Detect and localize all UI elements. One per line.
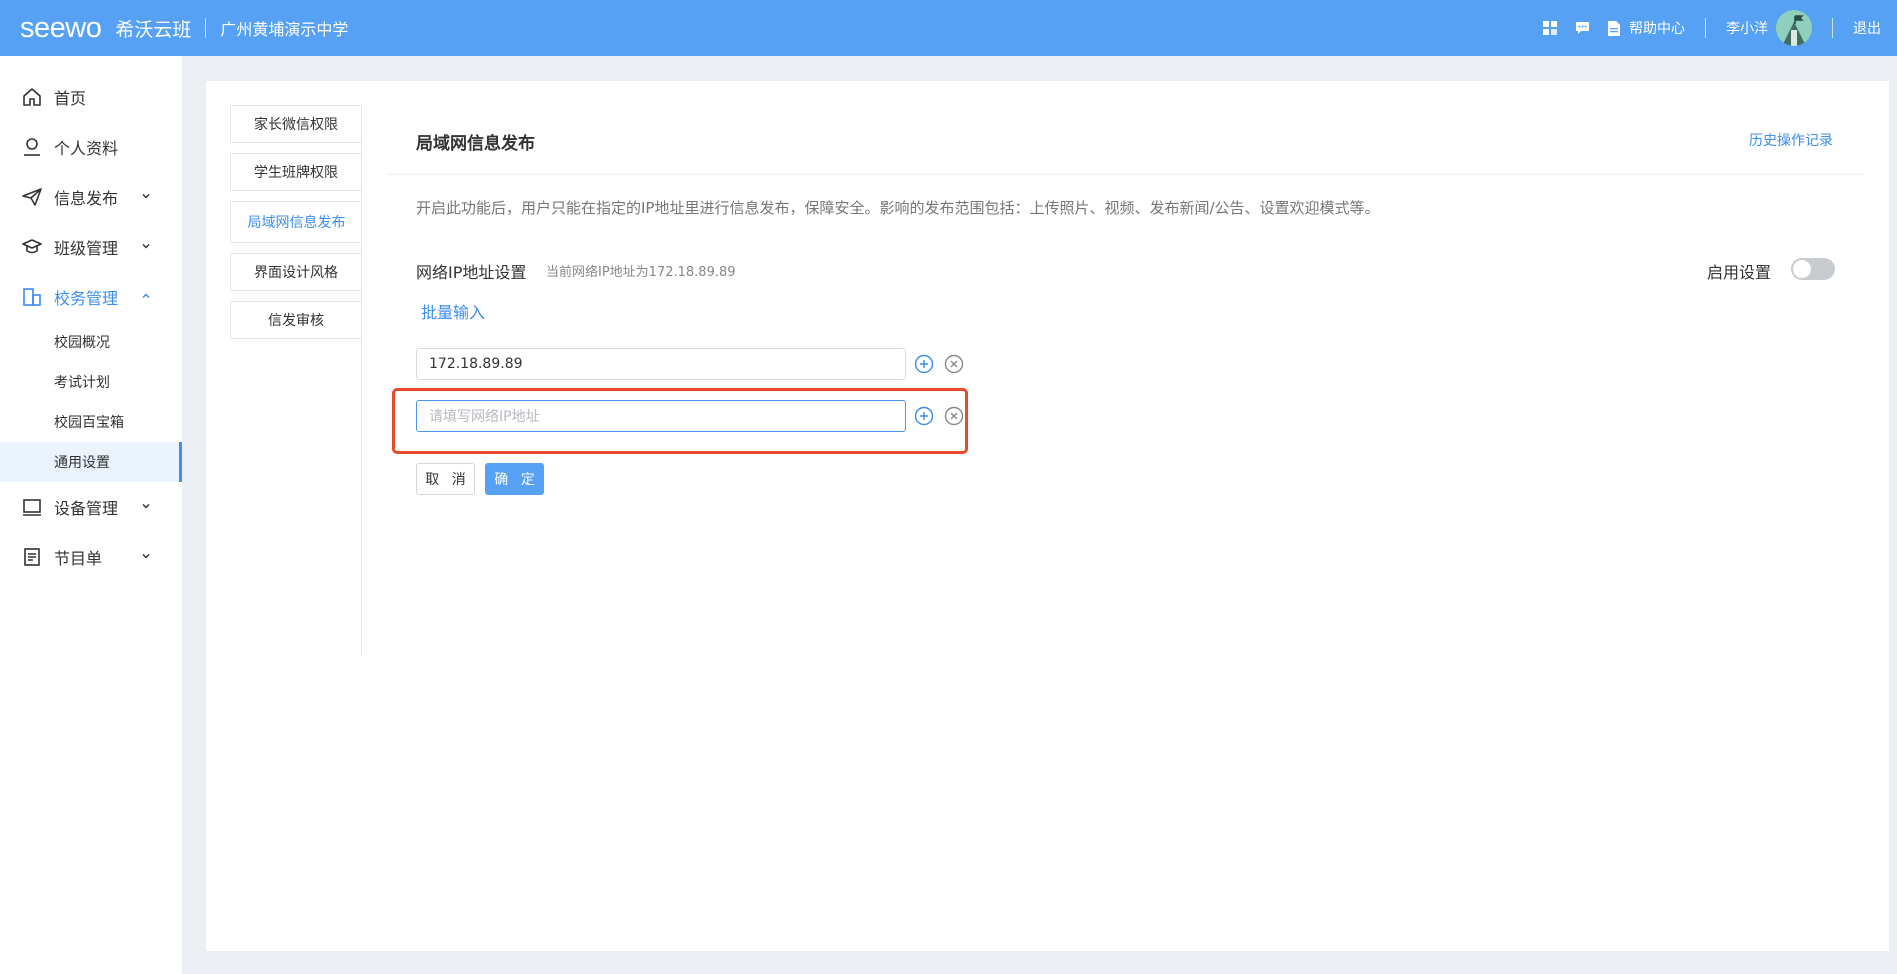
tab-lan-publish[interactable]: 局域网信息发布 (230, 201, 362, 243)
home-icon (22, 87, 42, 107)
new-ip-input[interactable]: 请填写网络IP地址 (416, 400, 906, 432)
send-icon (22, 187, 42, 207)
current-ip-text: 当前网络IP地址为172.18.89.89 (546, 265, 736, 280)
feature-description: 开启此功能后，用户只能在指定的IP地址里进行信息发布，保障安全。影响的发布范围包… (416, 199, 1380, 217)
history-link[interactable]: 历史操作记录 (1749, 130, 1833, 150)
sidebar-item-label: 信息发布 (54, 189, 119, 208)
chevron-down-icon (142, 193, 150, 199)
batch-input-link[interactable]: 批量输入 (421, 299, 485, 323)
graduation-cap-icon (22, 237, 42, 257)
sidebar-subitem-campus-overview[interactable]: 校园概况 (0, 322, 182, 362)
sidebar-item-label: 个人资料 (54, 139, 119, 158)
sidebar-item-device-management[interactable]: 设备管理 (0, 482, 182, 532)
header-divider (1705, 18, 1706, 38)
sidebar-subitem-exam-plan[interactable]: 考试计划 (0, 362, 182, 402)
settings-tabs: 家长微信权限 学生班牌权限 局域网信息发布 界面设计风格 信发审核 (230, 105, 362, 349)
product-name: 希沃云班 (115, 18, 192, 41)
sidebar-item-home[interactable]: 首页 (0, 72, 182, 122)
ip-input[interactable]: 172.18.89.89 (416, 348, 906, 380)
sidebar-item-label: 校务管理 (54, 289, 119, 308)
sidebar-item-label: 首页 (54, 89, 87, 108)
user-name[interactable]: 李小洋 (1726, 18, 1768, 38)
chevron-down-icon (142, 553, 150, 559)
tabs-divider (361, 105, 362, 657)
sidebar-item-class-management[interactable]: 班级管理 (0, 222, 182, 272)
sidebar-item-profile[interactable]: 个人资料 (0, 122, 182, 172)
top-bar-actions: 帮助中心 李小洋 退出 (1541, 0, 1897, 56)
sidebar-item-info-publish[interactable]: 信息发布 (0, 172, 182, 222)
toggle-knob (1793, 260, 1811, 278)
sidebar-item-label: 节目单 (54, 549, 103, 568)
list-icon (22, 547, 42, 567)
tab-student-board[interactable]: 学生班牌权限 (230, 153, 362, 191)
apps-grid-icon[interactable] (1541, 19, 1559, 37)
help-center-link[interactable]: 帮助中心 (1605, 18, 1685, 38)
confirm-button[interactable]: 确 定 (485, 463, 544, 495)
add-circle-icon[interactable] (914, 354, 934, 374)
school-name[interactable]: 广州黄埔演示中学 (220, 16, 348, 40)
sidebar-item-school-affairs[interactable]: 校务管理 (0, 272, 182, 322)
chevron-down-icon (142, 503, 150, 509)
cancel-button[interactable]: 取 消 (416, 463, 475, 495)
sidebar-item-program-list[interactable]: 节目单 (0, 532, 182, 582)
avatar[interactable] (1776, 10, 1812, 46)
enable-toggle[interactable] (1791, 258, 1835, 280)
add-circle-icon[interactable] (914, 406, 934, 426)
page-title: 局域网信息发布 (416, 134, 535, 154)
help-center-label: 帮助中心 (1629, 21, 1685, 37)
chevron-up-icon (142, 293, 150, 299)
message-icon[interactable] (1573, 19, 1591, 37)
tab-ui-style[interactable]: 界面设计风格 (230, 253, 362, 291)
sidebar-item-label: 设备管理 (54, 499, 119, 518)
sidebar: 首页 个人资料 信息发布 班级管理 校务管理 校园概况 考试计划 校园百宝箱 通… (0, 56, 182, 974)
title-divider (386, 174, 1864, 175)
tab-publish-review[interactable]: 信发审核 (230, 301, 362, 339)
chevron-down-icon (142, 243, 150, 249)
header-divider (1832, 18, 1833, 38)
top-bar: seewo 希沃云班 广州黄埔演示中学 帮助中心 李小洋 退出 (0, 0, 1897, 56)
sidebar-subitem-campus-toolbox[interactable]: 校园百宝箱 (0, 402, 182, 442)
person-icon (22, 137, 42, 157)
header-divider (205, 18, 207, 38)
tab-parent-wechat[interactable]: 家长微信权限 (230, 105, 362, 143)
school-icon (22, 287, 42, 307)
remove-circle-icon[interactable] (944, 406, 964, 426)
ip-setting-label: 网络IP地址设置 (416, 263, 527, 282)
document-icon (1605, 19, 1623, 37)
main-card: 家长微信权限 学生班牌权限 局域网信息发布 界面设计风格 信发审核 局域网信息发… (206, 81, 1889, 951)
sidebar-subitem-general-settings[interactable]: 通用设置 (0, 442, 182, 482)
remove-circle-icon[interactable] (944, 354, 964, 374)
sidebar-item-label: 班级管理 (54, 239, 119, 258)
monitor-icon (22, 497, 42, 517)
enable-setting-label: 启用设置 (1707, 263, 1772, 282)
logout-button[interactable]: 退出 (1853, 18, 1881, 38)
logo[interactable]: seewo (20, 12, 102, 45)
